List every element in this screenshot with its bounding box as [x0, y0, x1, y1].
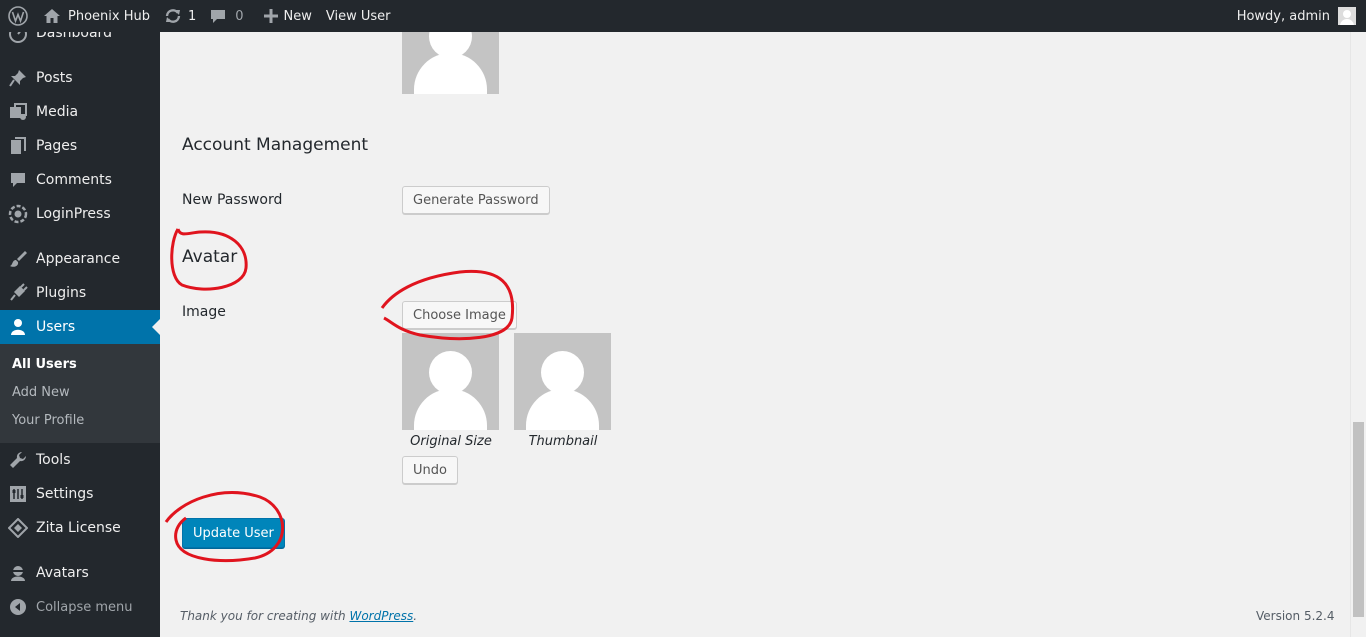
paintbrush-icon: [0, 242, 36, 276]
my-account-menu[interactable]: Howdy, admin: [1230, 0, 1366, 32]
loginpress-gear-icon: [0, 197, 36, 231]
choose-image-button[interactable]: Choose Image: [402, 301, 517, 329]
user-icon: [0, 310, 36, 344]
generate-password-button[interactable]: Generate Password: [402, 186, 550, 214]
current-avatar-image: [402, 32, 499, 94]
menu-label-dashboard: Dashboard: [36, 32, 112, 41]
menu-item-tools[interactable]: Tools: [0, 443, 160, 477]
menu-item-zita-license[interactable]: Zita License: [0, 511, 160, 545]
submenu-add-new[interactable]: Add New: [0, 379, 160, 407]
menu-item-plugins[interactable]: Plugins: [0, 276, 160, 310]
menu-label-zita-license: Zita License: [36, 520, 121, 536]
avatar-ninja-icon: [0, 556, 36, 590]
admin-sidebar-menu: Dashboard Posts Media Pages Comments Log…: [0, 32, 160, 637]
account-management-heading: Account Management: [182, 135, 369, 155]
menu-label-users: Users: [36, 319, 76, 335]
menu-item-media[interactable]: Media: [0, 95, 160, 129]
view-user-link[interactable]: View User: [319, 0, 398, 32]
collapse-menu-button[interactable]: Collapse menu: [0, 590, 160, 624]
footer-thanks: Thank you for creating with WordPress.: [180, 609, 417, 623]
menu-label-plugins: Plugins: [36, 285, 87, 301]
collapse-menu-label: Collapse menu: [36, 599, 133, 615]
footer-thanks-prefix: Thank you for creating with: [180, 609, 350, 623]
menu-item-pages[interactable]: Pages: [0, 129, 160, 163]
collapse-arrow-icon: [0, 590, 36, 624]
scrollbar-thumb[interactable]: [1353, 422, 1364, 617]
new-content-link[interactable]: New: [257, 0, 319, 32]
page-scrollbar[interactable]: [1350, 32, 1366, 637]
menu-item-posts[interactable]: Posts: [0, 61, 160, 95]
comments-icon: [0, 163, 36, 197]
updates-link[interactable]: 1: [157, 0, 203, 32]
plus-icon: [263, 9, 278, 23]
pushpin-icon: [0, 61, 36, 95]
pages-icon: [0, 129, 36, 163]
menu-item-users[interactable]: Users: [0, 310, 160, 344]
menu-label-posts: Posts: [36, 70, 73, 86]
menu-item-settings[interactable]: Settings: [0, 477, 160, 511]
menu-label-appearance: Appearance: [36, 251, 121, 267]
menu-item-avatars[interactable]: Avatars: [0, 556, 160, 590]
menu-label-media: Media: [36, 104, 79, 120]
users-submenu: All Users Add New Your Profile: [0, 344, 160, 443]
original-size-caption: Original Size: [410, 434, 492, 449]
dashboard-icon: [0, 32, 36, 50]
site-name-link[interactable]: Phoenix Hub: [36, 0, 157, 32]
admin-bar: Phoenix Hub 1 0 New View User Howdy, adm…: [0, 0, 1366, 32]
media-icon: [0, 95, 36, 129]
submenu-all-users[interactable]: All Users: [0, 351, 160, 379]
avatar-heading: Avatar: [182, 247, 238, 267]
footer-thanks-suffix: .: [413, 609, 418, 623]
red-annotation-marks: [164, 228, 515, 563]
new-password-label: New Password: [182, 192, 283, 208]
admin-avatar-icon: [1338, 7, 1356, 25]
update-user-button[interactable]: Update User: [182, 518, 285, 548]
avatar-thumbnail-preview: [514, 333, 611, 430]
menu-item-comments[interactable]: Comments: [0, 163, 160, 197]
plug-icon: [0, 276, 36, 310]
menu-label-avatars: Avatars: [36, 565, 89, 581]
comments-link[interactable]: 0: [203, 0, 250, 32]
avatar-original-size-preview: [402, 333, 499, 430]
home-icon: [43, 8, 61, 24]
menu-label-loginpress: LoginPress: [36, 206, 111, 222]
menu-item-appearance[interactable]: Appearance: [0, 242, 160, 276]
menu-item-dashboard[interactable]: Dashboard: [0, 32, 160, 50]
menu-label-pages: Pages: [36, 138, 78, 154]
menu-label-tools: Tools: [36, 452, 71, 468]
zita-diamond-icon: [0, 511, 36, 545]
settings-sliders-icon: [0, 477, 36, 511]
image-label: Image: [182, 304, 226, 320]
main-content: Account Management New Password Generate…: [160, 32, 1350, 637]
new-label: New: [283, 8, 312, 24]
submenu-your-profile[interactable]: Your Profile: [0, 407, 160, 435]
menu-label-settings: Settings: [36, 486, 94, 502]
site-name: Phoenix Hub: [68, 8, 150, 24]
menu-label-comments: Comments: [36, 172, 112, 188]
thumbnail-caption: Thumbnail: [528, 434, 598, 449]
view-user-label: View User: [325, 8, 391, 24]
undo-button[interactable]: Undo: [402, 456, 458, 484]
howdy-text: Howdy, admin: [1236, 8, 1330, 24]
wordpress-link[interactable]: WordPress: [349, 609, 413, 623]
footer-version: Version 5.2.4: [1256, 609, 1335, 623]
updates-icon: [164, 8, 182, 24]
comment-bubble-icon: [210, 8, 226, 24]
wordpress-logo-icon[interactable]: [0, 0, 36, 32]
updates-count: 1: [187, 8, 197, 24]
menu-item-loginpress[interactable]: LoginPress: [0, 197, 160, 231]
comments-count: 0: [235, 8, 244, 24]
wrench-icon: [0, 443, 36, 477]
